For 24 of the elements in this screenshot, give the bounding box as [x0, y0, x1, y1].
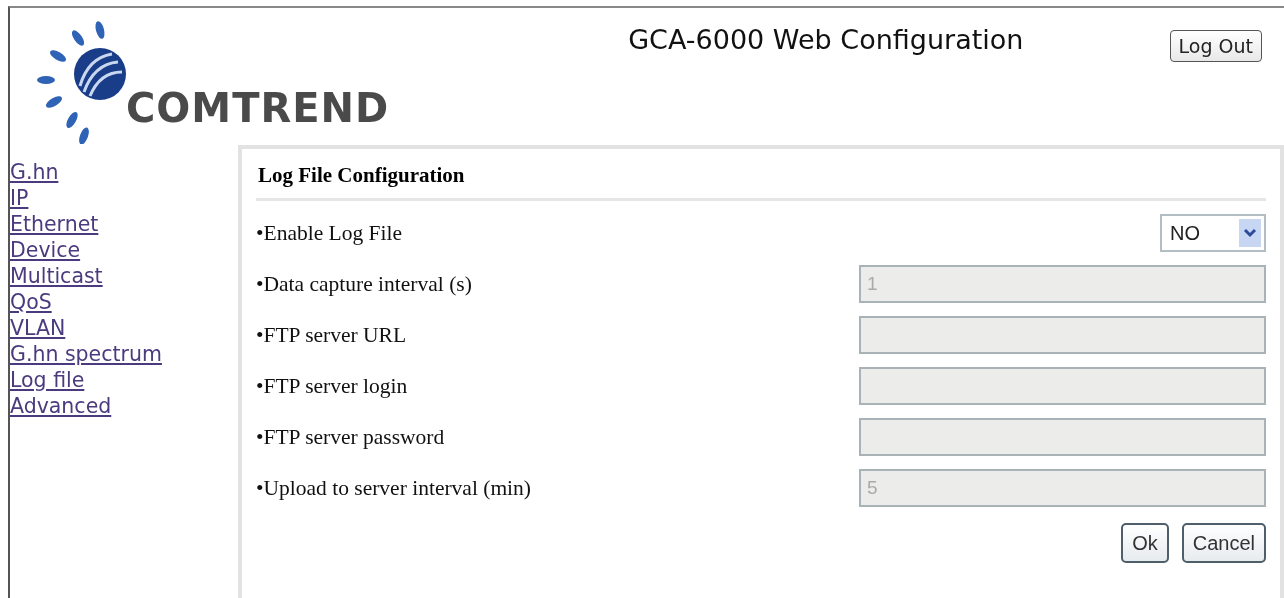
sidebar-link[interactable]: Log file — [10, 367, 85, 393]
sidebar-link[interactable]: Advanced — [10, 393, 112, 419]
field-label: •Data capture interval (s) — [256, 271, 472, 297]
logout-button[interactable]: Log Out — [1169, 30, 1262, 62]
field-label: •Upload to server interval (min) — [256, 475, 531, 501]
ok-button[interactable]: Ok — [1121, 523, 1169, 563]
sidebar-link[interactable]: Multicast — [10, 263, 103, 289]
brand-logo-text: COMTREND — [126, 85, 390, 131]
sidebar-link[interactable]: Ethernet — [10, 211, 99, 237]
field-label: •FTP server URL — [256, 322, 407, 348]
sidebar-link[interactable]: Device — [10, 237, 81, 263]
cancel-button[interactable]: Cancel — [1181, 523, 1266, 563]
sidebar-link[interactable]: IP — [10, 185, 29, 211]
sidebar-link[interactable]: QoS — [10, 289, 52, 315]
field-label: •FTP server password — [256, 424, 445, 450]
dropdown[interactable]: NO — [1160, 214, 1266, 252]
panel-title: Log File Configuration — [256, 149, 1266, 201]
sidebar-link[interactable]: G.hn — [10, 159, 59, 185]
sidebar-link[interactable]: VLAN — [10, 315, 66, 341]
chevron-down-icon — [1243, 228, 1257, 238]
page-title: GCA-6000 Web Configuration — [628, 24, 1024, 55]
sidebar-link[interactable]: G.hn spectrum — [10, 341, 162, 367]
field-label: •FTP server login — [256, 373, 408, 399]
field-label: •Enable Log File — [256, 220, 403, 246]
